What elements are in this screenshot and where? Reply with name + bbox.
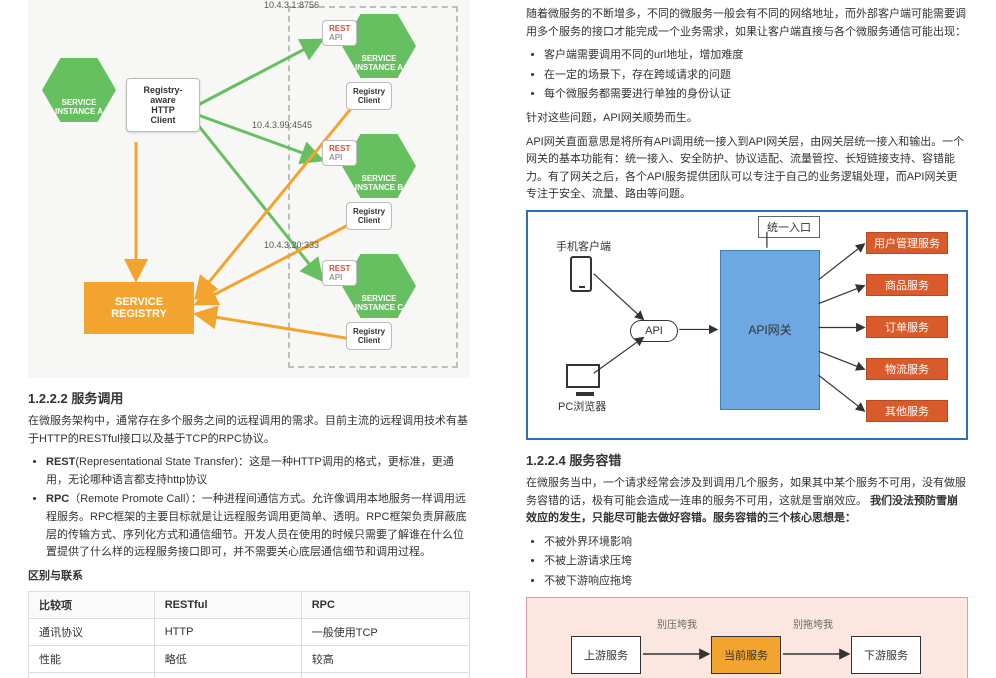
reg-client-c: Registry Client	[346, 322, 392, 350]
rest-badge-a: RESTAPI	[322, 20, 357, 46]
para-gateway-born: 针对这些问题，API网关顺势而生。	[526, 110, 968, 128]
para-gateway-intro: 随着微服务的不断增多，不同的微服务一般会有不同的网络地址，而外部客户端可能需要调…	[526, 6, 968, 41]
api-gateway-diagram: 统一入口 手机客户端 API PC浏览器 API网关 用户管理服务 商品服务 订…	[526, 210, 968, 440]
down-label: 别拖垮我	[793, 616, 833, 631]
para-fault: 在微服务当中，一个请求经常会涉及到调用几个服务，如果其中某个服务不可用，没有做服…	[526, 475, 968, 528]
svc-goods: 商品服务	[866, 274, 948, 296]
heading-fault-tolerance: 1.2.2.4 服务容错	[526, 450, 968, 469]
upstream-box: 上游服务	[571, 636, 641, 674]
rest-badge-c: RESTAPI	[322, 260, 357, 286]
up-label: 别压垮我	[657, 616, 697, 631]
list-item: 在一定的场景下，存在跨域请求的问题	[544, 67, 968, 85]
list-rest-rpc: REST(Representational State Transfer)：这是…	[46, 454, 470, 562]
fault-tolerance-diagram: 别压垮我 别拖垮我 上游服务 当前服务 下游服务 外界环境不要影响到我	[526, 597, 968, 678]
right-column: 随着微服务的不断增多，不同的微服务一般会有不同的网络地址，而外部客户端可能需要调…	[498, 0, 996, 678]
pc-icon	[566, 364, 600, 388]
list-item: 不被上游请求压垮	[544, 553, 968, 571]
current-box: 当前服务	[711, 636, 781, 674]
list-item: 客户端需要调用不同的url地址，增加难度	[544, 47, 968, 65]
para-gateway-desc: API网关直面意思是将所有API调用统一接入到API网关层，由网关层统一接入和输…	[526, 134, 968, 204]
api-oval: API	[630, 320, 678, 342]
th: 比较项	[29, 592, 155, 619]
addr-3: 10.4.3.20:333	[264, 240, 319, 250]
service-registry-diagram: SERVICE INSTANCE A Registry- aware HTTP …	[28, 0, 470, 378]
left-column: SERVICE INSTANCE A Registry- aware HTTP …	[0, 0, 498, 678]
list-gateway-issues: 客户端需要调用不同的url地址，增加难度 在一定的场景下，存在跨域请求的问题 每…	[544, 47, 968, 104]
list-item: REST(Representational State Transfer)：这是…	[46, 454, 470, 489]
mobile-client-label: 手机客户端	[556, 238, 611, 254]
list-item: 每个微服务都需要进行单独的身份认证	[544, 86, 968, 104]
list-item: RPC（Remote Promote Call）：一种进程间通信方式。允许像调用…	[46, 491, 470, 561]
api-gateway-box: API网关	[720, 250, 820, 410]
hex-label: SERVICE	[62, 98, 97, 107]
para-service-call: 在微服务架构中，通常存在多个服务之间的远程调用的需求。目前主流的远程调用技术有基…	[28, 413, 470, 448]
list-fault-core: 不被外界环境影响 不被上游请求压垮 不被下游响应拖垮	[544, 534, 968, 591]
list-item: 不被下游响应拖垮	[544, 573, 968, 591]
svc-ship: 物流服务	[866, 358, 948, 380]
th: RPC	[301, 592, 469, 619]
heading-service-call: 1.2.2.2 服务调用	[28, 388, 470, 407]
downstream-box: 下游服务	[851, 636, 921, 674]
unified-entry-label: 统一入口	[758, 216, 820, 238]
addr-1: 10.4.3.1:8756	[264, 0, 319, 10]
reg-client-b: Registry Client	[346, 202, 392, 230]
http-client-card: Registry- aware HTTP Client	[126, 78, 200, 132]
phone-icon	[570, 256, 592, 292]
service-registry-box: SERVICE REGISTRY	[84, 282, 194, 334]
hex-label: INSTANCE A	[55, 107, 103, 116]
pc-browser-label: PC浏览器	[558, 398, 606, 414]
rest-vs-rpc-table: 比较项 RESTful RPC 通讯协议HTTP一般使用TCP 性能略低较高 灵…	[28, 591, 470, 678]
addr-2: 10.4.3.99:4545	[252, 120, 312, 130]
svc-other: 其他服务	[866, 400, 948, 422]
list-item: 不被外界环境影响	[544, 534, 968, 552]
svc-order: 订单服务	[866, 316, 948, 338]
rest-badge-b: RESTAPI	[322, 140, 357, 166]
th: RESTful	[154, 592, 301, 619]
diff-title: 区别与联系	[28, 568, 470, 586]
svc-user: 用户管理服务	[866, 232, 948, 254]
reg-client-a: Registry Client	[346, 82, 392, 110]
